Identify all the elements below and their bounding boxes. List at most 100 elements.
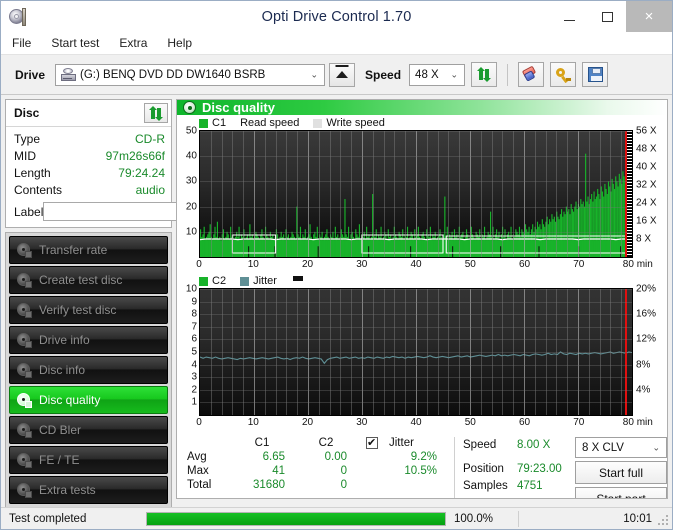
y2-tick-label: 4% xyxy=(636,384,651,396)
grid-line-h xyxy=(200,289,632,290)
sidebar-item-label: FE / TE xyxy=(39,453,80,467)
sidebar-item-label: Create test disc xyxy=(39,273,123,287)
x-tick-label: 30 xyxy=(356,417,368,428)
grid-line-h xyxy=(200,352,632,353)
run-info-samples: Samples 4751 xyxy=(463,478,575,495)
x-tick-label: 80 min xyxy=(622,259,653,270)
drive-select[interactable]: (G:) BENQ DVD DD DW1640 BSRB ⌄ xyxy=(55,63,326,86)
save-icon xyxy=(587,67,603,82)
save-button[interactable] xyxy=(582,62,609,87)
resize-grip[interactable] xyxy=(658,515,669,526)
maximize-button[interactable] xyxy=(588,1,626,32)
sidebar-item-verify-test-disc[interactable]: Verify test disc xyxy=(9,296,168,324)
grid-line-v xyxy=(329,131,331,257)
status-text: Test completed xyxy=(9,512,87,525)
refresh-button[interactable] xyxy=(471,62,498,87)
sidebar-nav: Transfer rate Create test disc Verify te… xyxy=(5,232,172,529)
grid-line-v xyxy=(351,131,353,257)
sidebar-item-disc-quality[interactable]: Disc quality xyxy=(9,386,168,414)
sidebar-item-fe-te[interactable]: FE / TE xyxy=(9,446,168,474)
x-tick-label: 50 xyxy=(464,259,476,270)
grid-line-v xyxy=(221,131,223,257)
disc-row-type-key: Type xyxy=(14,132,41,146)
sidebar-item-create-test-disc[interactable]: Create test disc xyxy=(9,266,168,294)
run-info-speed: Speed 8.00 X xyxy=(463,437,575,454)
x-tick-label: 80 min xyxy=(622,417,653,428)
grid-line-h xyxy=(200,377,632,379)
grid-line-v xyxy=(340,131,342,257)
y2-tick-label: 24 X xyxy=(636,197,657,209)
grid-line-v xyxy=(254,131,255,257)
x-tick-label: 0 xyxy=(196,417,202,428)
speed-label: Speed xyxy=(365,67,402,82)
sidebar-item-label: Disc info xyxy=(39,363,86,377)
grid-line-v xyxy=(416,131,417,257)
jitter-checkbox[interactable] xyxy=(366,436,378,449)
y-tick-label: 30 xyxy=(185,175,197,187)
x-tick-label: 60 xyxy=(518,417,531,428)
stats-header-jitter: Jitter xyxy=(389,437,414,449)
stats-table: C1 C2 Jitter Avg 6.65 0.00 9.2% Max 41 xyxy=(177,436,454,491)
grid-line-v xyxy=(459,131,461,257)
disc-panel-title: Disc xyxy=(14,106,40,120)
speed-value: 8.00 X xyxy=(517,439,551,451)
sidebar-item-extra-tests[interactable]: Extra tests xyxy=(9,476,168,504)
drive-select-value: (G:) BENQ DVD DD DW1640 BSRB xyxy=(80,68,266,81)
minimize-button[interactable] xyxy=(550,1,588,32)
disc-row-type: Type CD-R xyxy=(14,131,165,148)
chart2-x-axis: 0 10 20 30 40 50 60 70 80 min xyxy=(196,416,653,431)
start-part-button[interactable]: Start part xyxy=(575,487,667,498)
sidebar-item-drive-info[interactable]: Drive info xyxy=(9,326,168,354)
disc-refresh-button[interactable] xyxy=(144,103,168,123)
window-controls: × xyxy=(550,1,672,32)
grid-line-v xyxy=(232,131,234,257)
erase-disc-button[interactable] xyxy=(518,62,545,87)
grid-line-v xyxy=(588,131,590,257)
disc-icon xyxy=(17,422,32,438)
stats-header-c2: C2 xyxy=(318,437,334,449)
clv-select[interactable]: 8 X CLV ⌄ xyxy=(575,437,667,458)
sidebar-item-disc-info[interactable]: Disc info xyxy=(9,356,168,384)
grid-line-v xyxy=(513,131,515,257)
grid-line-v xyxy=(524,131,525,257)
disc-row-length-value: 79:24.24 xyxy=(118,166,165,180)
disc-info-rows: Type CD-R MID 97m26s66f Length 79:24.24 … xyxy=(6,127,247,227)
speed-select[interactable]: 48 X ⌄ xyxy=(409,63,466,86)
sidebar-item-cd-bler[interactable]: CD Bler xyxy=(9,416,168,444)
eject-button[interactable] xyxy=(329,62,356,87)
x-tick-label: 10 xyxy=(247,259,259,270)
y2-tick-label: 56 X xyxy=(636,125,657,137)
key-button[interactable] xyxy=(550,62,577,87)
menu-help[interactable]: Help xyxy=(165,34,201,52)
grid-line-h xyxy=(200,364,632,366)
app-window: Opti Drive Control 1.70 × File Start tes… xyxy=(0,0,673,530)
panel-header: Disc quality xyxy=(177,100,667,115)
menu-start-test[interactable]: Start test xyxy=(49,34,108,52)
drive-toolbar: Drive (G:) BENQ DVD DD DW1640 BSRB ⌄ Spe… xyxy=(1,55,672,95)
chart1-y-axis-left: 10 20 30 40 50 xyxy=(177,126,199,258)
stats-header-blank xyxy=(177,437,229,449)
position-value: 79:23.00 xyxy=(517,463,562,475)
grid-line-v xyxy=(502,131,504,257)
run-info-position: Position 79:23.00 xyxy=(463,461,575,478)
sidebar-item-transfer-rate[interactable]: Transfer rate xyxy=(9,236,168,264)
disc-info-panel: Disc Type CD-R MID 97m26s66f Length 79:2… xyxy=(5,99,247,228)
title-bar: Opti Drive Control 1.70 × xyxy=(1,1,672,32)
disc-row-mid: MID 97m26s66f xyxy=(14,148,165,165)
y-tick-label: 1 xyxy=(191,396,197,408)
close-button[interactable]: × xyxy=(626,1,672,32)
y-tick-label: 2 xyxy=(191,384,197,396)
grid-line-v xyxy=(567,131,569,257)
start-full-button[interactable]: Start full xyxy=(575,461,667,484)
menu-extra[interactable]: Extra xyxy=(117,34,156,52)
grid-line-h xyxy=(200,402,632,404)
grid-line-h xyxy=(200,231,632,233)
y2-tick-label: 16 X xyxy=(636,215,657,227)
y2-tick-label: 8 X xyxy=(636,233,652,245)
menu-file[interactable]: File xyxy=(10,34,40,52)
stats-row-max-key: Max xyxy=(187,465,209,477)
grid-line-v xyxy=(318,131,320,257)
grid-line-v xyxy=(383,131,385,257)
chart2-xaxis-row: 0 10 20 30 40 50 60 70 80 min xyxy=(177,416,667,431)
x-tick-label: 70 xyxy=(573,417,585,428)
